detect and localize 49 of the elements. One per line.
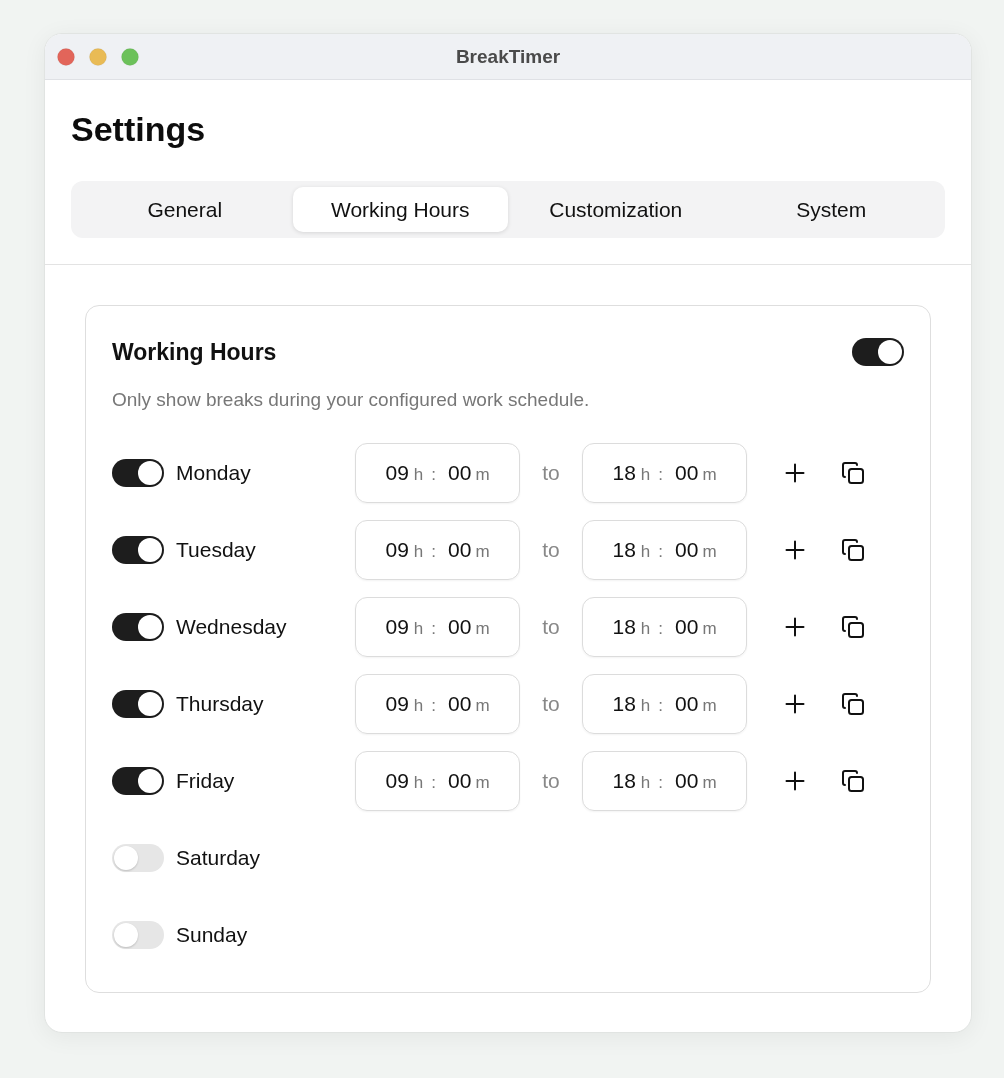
time-field[interactable]: 18 h : 00 m (582, 520, 747, 580)
day-label: Friday (176, 769, 235, 793)
toggle-switch[interactable] (112, 536, 164, 564)
toggle-switch[interactable] (112, 613, 164, 641)
day-label: Monday (176, 461, 251, 485)
toggle-switch[interactable] (112, 767, 164, 795)
window-title: BreakTimer (455, 45, 561, 68)
copy-icon (841, 461, 865, 485)
plus-icon (785, 694, 805, 714)
plus-icon (785, 540, 805, 560)
tab[interactable]: General (77, 187, 293, 232)
copy-icon (841, 769, 865, 793)
tab[interactable]: Working Hours (292, 187, 508, 232)
page-title: Settings (71, 109, 207, 150)
range-separator: to (541, 615, 561, 639)
range-separator: to (541, 692, 561, 716)
plus-icon (785, 463, 805, 483)
section-title: Working Hours (112, 338, 277, 366)
tab[interactable]: Customization (508, 187, 724, 232)
time-field[interactable]: 18 h : 00 m (582, 443, 747, 503)
range-separator: to (541, 769, 561, 793)
day-label: Thursday (176, 692, 264, 716)
plus-icon (785, 617, 805, 637)
plus-icon (785, 771, 805, 791)
time-field[interactable]: 18 h : 00 m (582, 597, 747, 657)
time-field[interactable]: 09 h : 00 m (355, 674, 520, 734)
section-description: Only show breaks during your configured work schedule. (112, 388, 591, 412)
time-field[interactable]: 18 h : 00 m (582, 751, 747, 811)
range-separator: to (541, 461, 561, 485)
time-field[interactable]: 09 h : 00 m (355, 520, 520, 580)
toggle-switch[interactable] (112, 690, 164, 718)
time-field[interactable]: 09 h : 00 m (355, 443, 520, 503)
time-field[interactable]: 09 h : 00 m (355, 751, 520, 811)
range-separator: to (541, 538, 561, 562)
day-label: Tuesday (176, 538, 256, 562)
toggle-switch[interactable] (112, 844, 164, 872)
toggle-switch[interactable] (852, 338, 904, 366)
day-label: Saturday (176, 846, 261, 870)
toggle-switch[interactable] (112, 459, 164, 487)
time-field[interactable]: 09 h : 00 m (355, 597, 520, 657)
copy-icon (841, 692, 865, 716)
toggle-switch[interactable] (112, 921, 164, 949)
time-field[interactable]: 18 h : 00 m (582, 674, 747, 734)
tab[interactable]: System (723, 187, 939, 232)
copy-icon (841, 615, 865, 639)
close-icon[interactable] (57, 47, 75, 66)
copy-icon (841, 538, 865, 562)
day-label: Wednesday (176, 615, 287, 639)
day-label: Sunday (176, 923, 248, 947)
